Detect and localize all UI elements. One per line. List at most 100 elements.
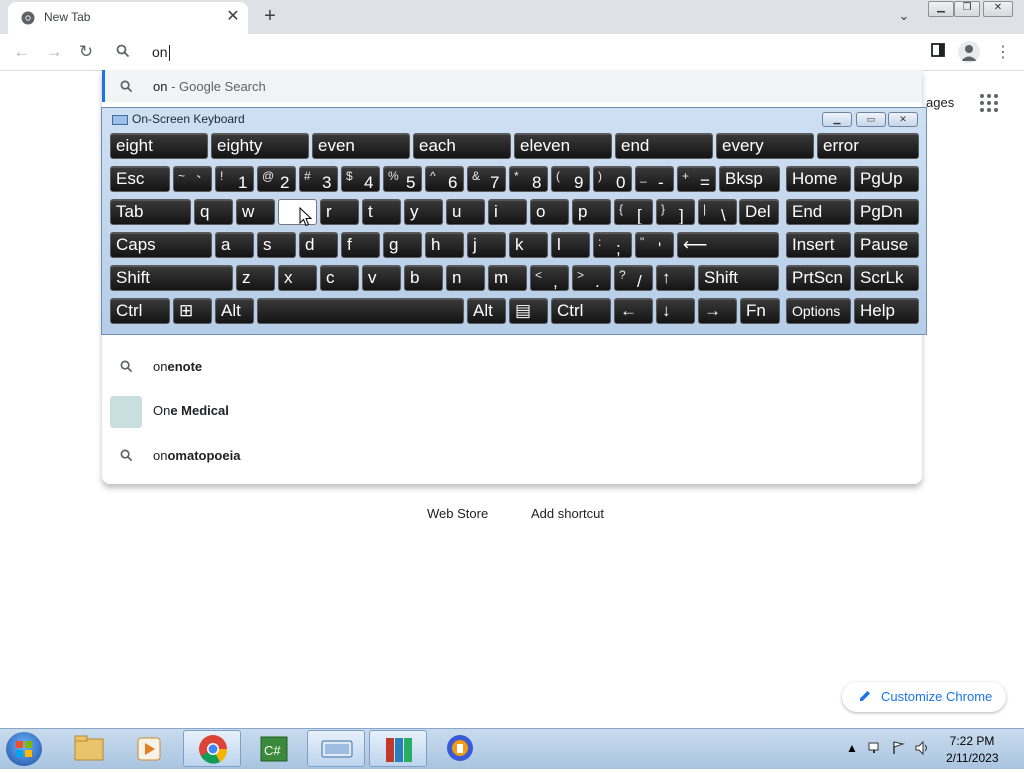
minimize-button[interactable]: ▁ xyxy=(928,1,954,17)
key-home[interactable]: Home xyxy=(786,166,851,192)
tab-close-icon[interactable]: ✕ xyxy=(224,8,242,26)
taskbar-chrome[interactable] xyxy=(183,730,241,767)
tray-expand-icon[interactable]: ▲ xyxy=(846,741,858,755)
key-8[interactable]: * 8 xyxy=(509,166,548,192)
key-pgup[interactable]: PgUp xyxy=(854,166,919,192)
key-pause[interactable]: Pause xyxy=(854,232,919,258)
key-f[interactable]: f xyxy=(341,232,380,258)
close-window-button[interactable]: ✕ xyxy=(983,1,1013,17)
taskbar-explorer[interactable] xyxy=(60,730,118,767)
suggestion-onomatopoeia[interactable]: onomatopoeia xyxy=(102,435,922,479)
key-fn[interactable]: Fn xyxy=(740,298,780,324)
osk-minimize-button[interactable]: ▁ xyxy=(822,112,852,127)
key-h[interactable]: h xyxy=(425,232,464,258)
key-y[interactable]: y xyxy=(404,199,443,225)
key-prtscn[interactable]: PrtScn xyxy=(786,265,851,291)
taskbar-media-player[interactable] xyxy=(120,730,178,767)
prediction-every[interactable]: every xyxy=(716,133,814,159)
suggestion-onenote[interactable]: onenote xyxy=(102,346,922,390)
key-row3-12[interactable]: ⟵ xyxy=(677,232,779,258)
shortcut-web-store[interactable]: Web Store xyxy=(427,506,488,521)
key-scrlk[interactable]: ScrLk xyxy=(854,265,919,291)
key-row4-8[interactable]: <, xyxy=(530,265,569,291)
key-1[interactable]: ! 1 xyxy=(215,166,254,192)
key-insert[interactable]: Insert xyxy=(786,232,851,258)
suggestion-google-search[interactable]: on - Google Search xyxy=(102,70,922,102)
key-row4-10[interactable]: ? / xyxy=(614,265,653,291)
new-tab-button[interactable]: + xyxy=(258,5,282,29)
tab-search-icon[interactable]: ⌄ xyxy=(893,8,915,26)
key-options[interactable]: Options xyxy=(786,298,851,324)
key-row2-11[interactable]: {[ xyxy=(614,199,653,225)
key-row2-12[interactable]: }] xyxy=(656,199,695,225)
key-row5-9[interactable]: → xyxy=(698,298,737,324)
key-n[interactable]: n xyxy=(446,265,485,291)
key-alt[interactable]: Alt xyxy=(215,298,254,324)
clock-date[interactable]: 2/11/2023 xyxy=(946,751,999,765)
key-v[interactable]: v xyxy=(362,265,401,291)
key-4[interactable]: $4 xyxy=(341,166,380,192)
taskbar-books-app[interactable] xyxy=(369,730,427,767)
key-b[interactable]: b xyxy=(404,265,443,291)
key-s[interactable]: s xyxy=(257,232,296,258)
key-w[interactable]: w xyxy=(236,199,275,225)
key-caps[interactable]: Caps xyxy=(110,232,212,258)
key-q[interactable]: q xyxy=(194,199,233,225)
key-3[interactable]: #3 xyxy=(299,166,338,192)
prediction-eight[interactable]: eight xyxy=(110,133,208,159)
key-row5-7[interactable]: ← xyxy=(614,298,653,324)
key-shift[interactable]: Shift xyxy=(698,265,779,291)
taskbar-vpn[interactable] xyxy=(431,730,489,767)
clock-time[interactable]: 7:22 PM xyxy=(946,734,998,748)
key-5[interactable]: % 5 xyxy=(383,166,422,192)
key-j[interactable]: j xyxy=(467,232,506,258)
prediction-eighty[interactable]: eighty xyxy=(211,133,309,159)
shortcut-add[interactable]: Add shortcut xyxy=(531,506,604,521)
key-ctrl[interactable]: Ctrl xyxy=(110,298,170,324)
key-u[interactable]: u xyxy=(446,199,485,225)
side-panel-icon[interactable] xyxy=(928,43,948,63)
key-p[interactable]: p xyxy=(572,199,611,225)
key-l[interactable]: l xyxy=(551,232,590,258)
key-esc[interactable]: Esc xyxy=(110,166,170,192)
key-9[interactable]: (9 xyxy=(551,166,590,192)
key-alt[interactable]: Alt xyxy=(467,298,506,324)
key-a[interactable]: a xyxy=(215,232,254,258)
key-i[interactable]: i xyxy=(488,199,527,225)
restore-button[interactable]: ❐ xyxy=(954,1,980,17)
key-pgdn[interactable]: PgDn xyxy=(854,199,919,225)
start-button[interactable] xyxy=(6,732,42,766)
key-0[interactable]: ) 0 xyxy=(593,166,632,192)
key-bksp[interactable]: Bksp xyxy=(719,166,780,192)
osk-close-button[interactable]: ✕ xyxy=(888,112,918,127)
back-button[interactable]: ← xyxy=(11,41,33,63)
key-m[interactable]: m xyxy=(488,265,527,291)
key-tab[interactable]: Tab xyxy=(110,199,191,225)
key-z[interactable]: z xyxy=(236,265,275,291)
key-c[interactable]: c xyxy=(320,265,359,291)
prediction-each[interactable]: each xyxy=(413,133,511,159)
key-space[interactable] xyxy=(257,298,464,324)
key-shift[interactable]: Shift xyxy=(110,265,233,291)
omnibox-input[interactable]: on xyxy=(152,44,170,62)
key-2[interactable]: @2 xyxy=(257,166,296,192)
key-help[interactable]: Help xyxy=(854,298,919,324)
key-row5-8[interactable]: ↓ xyxy=(656,298,695,324)
key-7[interactable]: & 7 xyxy=(467,166,506,192)
volume-icon[interactable] xyxy=(914,740,930,756)
key-row5-1[interactable]: ⊞ xyxy=(173,298,212,324)
key-row3-11[interactable]: " ' xyxy=(635,232,674,258)
key-row4-9[interactable]: >. xyxy=(572,265,611,291)
tab-new-tab[interactable]: New Tab ✕ xyxy=(8,2,248,34)
key-k[interactable]: k xyxy=(509,232,548,258)
key-del[interactable]: Del xyxy=(739,199,779,225)
key-d[interactable]: d xyxy=(299,232,338,258)
taskbar-keyboard[interactable] xyxy=(307,730,365,767)
key-end[interactable]: End xyxy=(786,199,851,225)
key-row3-10[interactable]: :; xyxy=(593,232,632,258)
key-6[interactable]: ^ 6 xyxy=(425,166,464,192)
images-link[interactable]: ages xyxy=(926,95,954,110)
key-g[interactable]: g xyxy=(383,232,422,258)
prediction-eleven[interactable]: eleven xyxy=(514,133,612,159)
osk-maximize-button[interactable]: ▭ xyxy=(856,112,886,127)
